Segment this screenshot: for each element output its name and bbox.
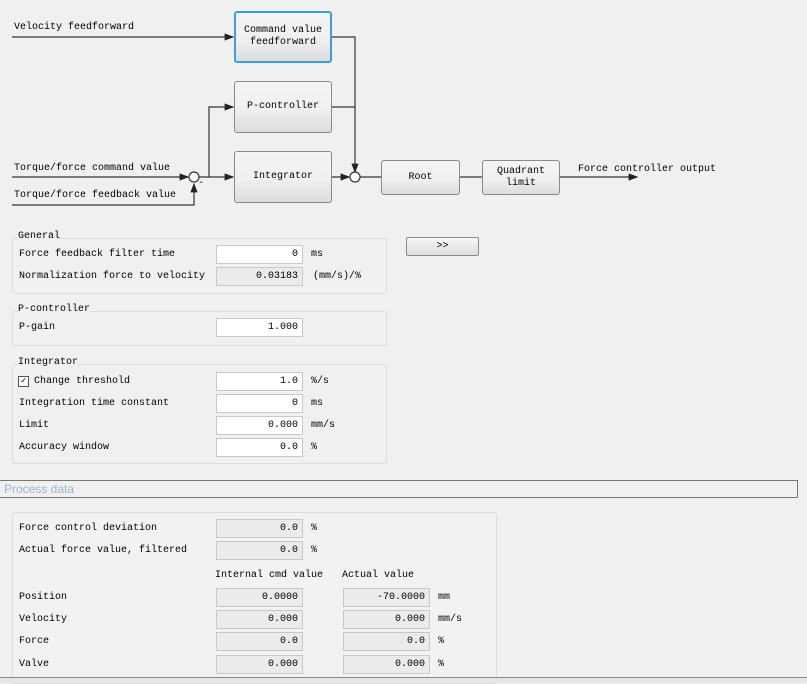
- minus-sign: -: [198, 178, 205, 189]
- internal-value: 0.000: [216, 610, 303, 629]
- unit-label: mm/s: [438, 614, 463, 625]
- field-label: Normalization force to velocity: [19, 271, 206, 282]
- bottom-border: [0, 677, 807, 683]
- row-label: Velocity: [19, 614, 68, 625]
- command-value-feedforward-block[interactable]: Command value feedforward: [234, 11, 332, 63]
- unit-label: (mm/s)/%: [313, 271, 362, 282]
- integrator-block[interactable]: Integrator: [234, 151, 332, 203]
- summing-junction: [349, 171, 361, 183]
- limit-input[interactable]: 0.000: [216, 416, 303, 435]
- torque-fb-label: Torque/force feedback value: [14, 190, 177, 201]
- force-control-deviation-value: 0.0: [216, 519, 303, 538]
- unit-label: %: [311, 545, 318, 556]
- field-label: Force feedback filter time: [19, 249, 176, 260]
- quadrant-limit-block[interactable]: Quadrant limit: [482, 160, 560, 195]
- unit-label: %: [438, 659, 445, 670]
- internal-value: 0.0000: [216, 588, 303, 607]
- integrator-title: Integrator: [18, 357, 79, 368]
- field-label: P-gain: [19, 322, 56, 333]
- row-label: Position: [19, 592, 68, 603]
- unit-label: %: [311, 523, 318, 534]
- torque-cmd-label: Torque/force command value: [14, 163, 171, 174]
- p-gain-input[interactable]: 1.000: [216, 318, 303, 337]
- process-data-header[interactable]: Process data: [0, 480, 798, 498]
- root-block[interactable]: Root: [381, 160, 460, 195]
- actual-value-header: Actual value: [342, 570, 415, 581]
- internal-value: 0.000: [216, 655, 303, 674]
- accuracy-window-input[interactable]: 0.0: [216, 438, 303, 457]
- unit-label: %: [438, 636, 445, 647]
- unit-label: mm/s: [311, 420, 336, 431]
- field-label: Integration time constant: [19, 398, 170, 409]
- row-label: Valve: [19, 659, 50, 670]
- checkbox-label: Change threshold: [34, 376, 131, 387]
- row-label: Force: [19, 636, 50, 647]
- velocity-ff-label: Velocity feedforward: [14, 22, 135, 33]
- actual-force-filtered-value: 0.0: [216, 541, 303, 560]
- field-label: Accuracy window: [19, 442, 110, 453]
- p-controller-block[interactable]: P-controller: [234, 81, 332, 133]
- unit-label: ms: [311, 398, 324, 409]
- unit-label: ms: [311, 249, 324, 260]
- actual-value: 0.0: [343, 632, 430, 651]
- p-controller-title: P-controller: [18, 304, 91, 315]
- change-threshold-input[interactable]: 1.0: [216, 372, 303, 391]
- unit-label: mm: [438, 592, 451, 603]
- actual-value: 0.000: [343, 610, 430, 629]
- general-title: General: [18, 231, 61, 242]
- actual-value: -70.0000: [343, 588, 430, 607]
- general-group: [12, 238, 387, 294]
- unit-label: %: [311, 442, 318, 453]
- normalization-force-value: 0.03183: [216, 267, 303, 286]
- integration-time-input[interactable]: 0: [216, 394, 303, 413]
- output-label: Force controller output: [578, 164, 717, 175]
- unit-label: %/s: [311, 376, 330, 387]
- field-label: Actual force value, filtered: [19, 545, 188, 556]
- change-threshold-checkbox[interactable]: ✓: [18, 376, 29, 387]
- internal-cmd-header: Internal cmd value: [215, 570, 324, 581]
- force-feedback-filter-time-input[interactable]: 0: [216, 245, 303, 264]
- p-controller-group: [12, 311, 387, 346]
- actual-value: 0.000: [343, 655, 430, 674]
- field-label: Force control deviation: [19, 523, 158, 534]
- expand-button[interactable]: >>: [406, 237, 479, 256]
- field-label: Limit: [19, 420, 50, 431]
- internal-value: 0.0: [216, 632, 303, 651]
